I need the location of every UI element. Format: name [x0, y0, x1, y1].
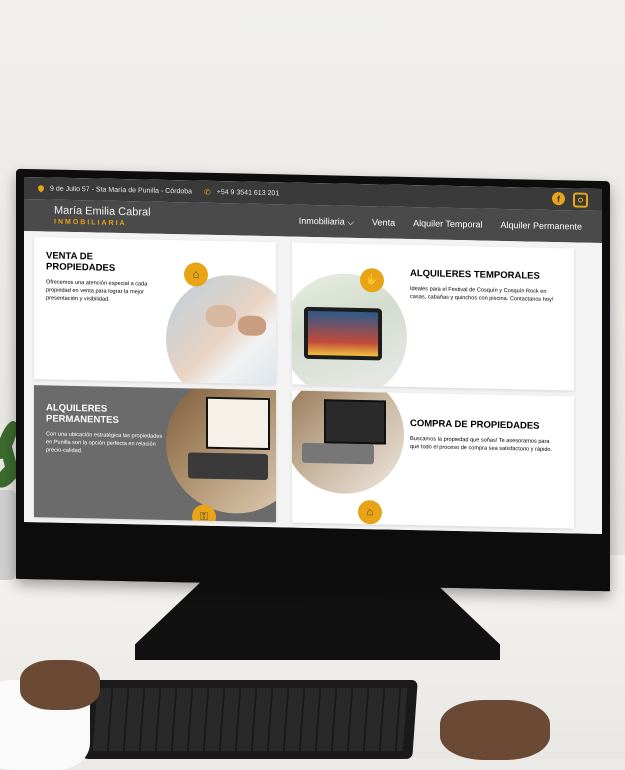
instagram-icon[interactable]: [573, 191, 588, 208]
brand-subtitle: INMOBILIARIA: [54, 218, 127, 228]
card-title: COMPRA DE PROPIEDADES: [410, 418, 540, 432]
card-text: Ideales para el Festival de Cosquín y Co…: [410, 285, 554, 304]
card-title: ALQUILERES PERMANENTES: [46, 402, 119, 426]
card-text: Buscamos la propiedad que soñas! Te ases…: [410, 435, 553, 454]
facebook-icon[interactable]: f: [552, 191, 565, 205]
service-card-alquiler-temporal[interactable]: ✋ ALQUILERES TEMPORALES Ideales para el …: [292, 242, 574, 391]
monitor-stand-base: [135, 582, 500, 660]
nav-menu: Inmobiliaria ⌵ Venta Alquiler Temporal A…: [299, 215, 582, 232]
card-title: ALQUILERES TEMPORALES: [410, 268, 540, 282]
home-icon: ⌂: [358, 499, 382, 525]
service-card-venta[interactable]: VENTA DE PROPIEDADES Ofrecemos una atenc…: [34, 237, 276, 385]
laptop-photo-2: [292, 390, 404, 495]
location-pin-icon: [36, 184, 46, 193]
right-hand: [440, 700, 550, 760]
services-grid: VENTA DE PROPIEDADES Ofrecemos una atenc…: [24, 230, 602, 535]
address-text: 9 de Julio 57 - Sta María de Punilla - C…: [50, 184, 193, 195]
nav-item-alquiler-temporal[interactable]: Alquiler Temporal: [413, 218, 482, 230]
nav-item-inmobiliaria[interactable]: Inmobiliaria ⌵: [299, 215, 354, 227]
card-title: VENTA DE PROPIEDADES: [46, 250, 116, 274]
website-screen: 9 de Julio 57 - Sta María de Punilla - C…: [24, 176, 602, 535]
handshake-photo: [166, 273, 276, 385]
house-sign-icon: ⌂: [184, 262, 208, 287]
phone-icon: ✆: [204, 187, 211, 197]
service-card-alquiler-permanente[interactable]: ALQUILERES PERMANENTES Con una ubicación…: [34, 385, 276, 523]
phone-text[interactable]: +54 9 3541 613 201: [217, 188, 279, 196]
service-card-compra[interactable]: ⌂ COMPRA DE PROPIEDADES Buscamos la prop…: [292, 390, 574, 529]
left-hand: [20, 660, 100, 710]
nav-item-venta[interactable]: Venta: [372, 217, 395, 228]
plant-pot: [0, 490, 16, 580]
card-text: Ofrecemos una atención especial a cada p…: [46, 279, 148, 303]
social-links: f: [552, 191, 588, 208]
card-text: Con una ubicación estratégica las propie…: [46, 431, 163, 455]
keyboard: [82, 680, 418, 759]
handshake-icon: ✋: [360, 267, 384, 293]
brand-name: María Emilia Cabral: [54, 204, 151, 219]
tablet-photo: [292, 272, 407, 391]
nav-item-alquiler-permanente[interactable]: Alquiler Permanente: [500, 219, 582, 232]
monitor: 9 de Julio 57 - Sta María de Punilla - C…: [16, 168, 610, 592]
laptop-photo: [166, 385, 276, 515]
brand-logo[interactable]: María Emilia Cabral INMOBILIARIA: [54, 204, 151, 228]
